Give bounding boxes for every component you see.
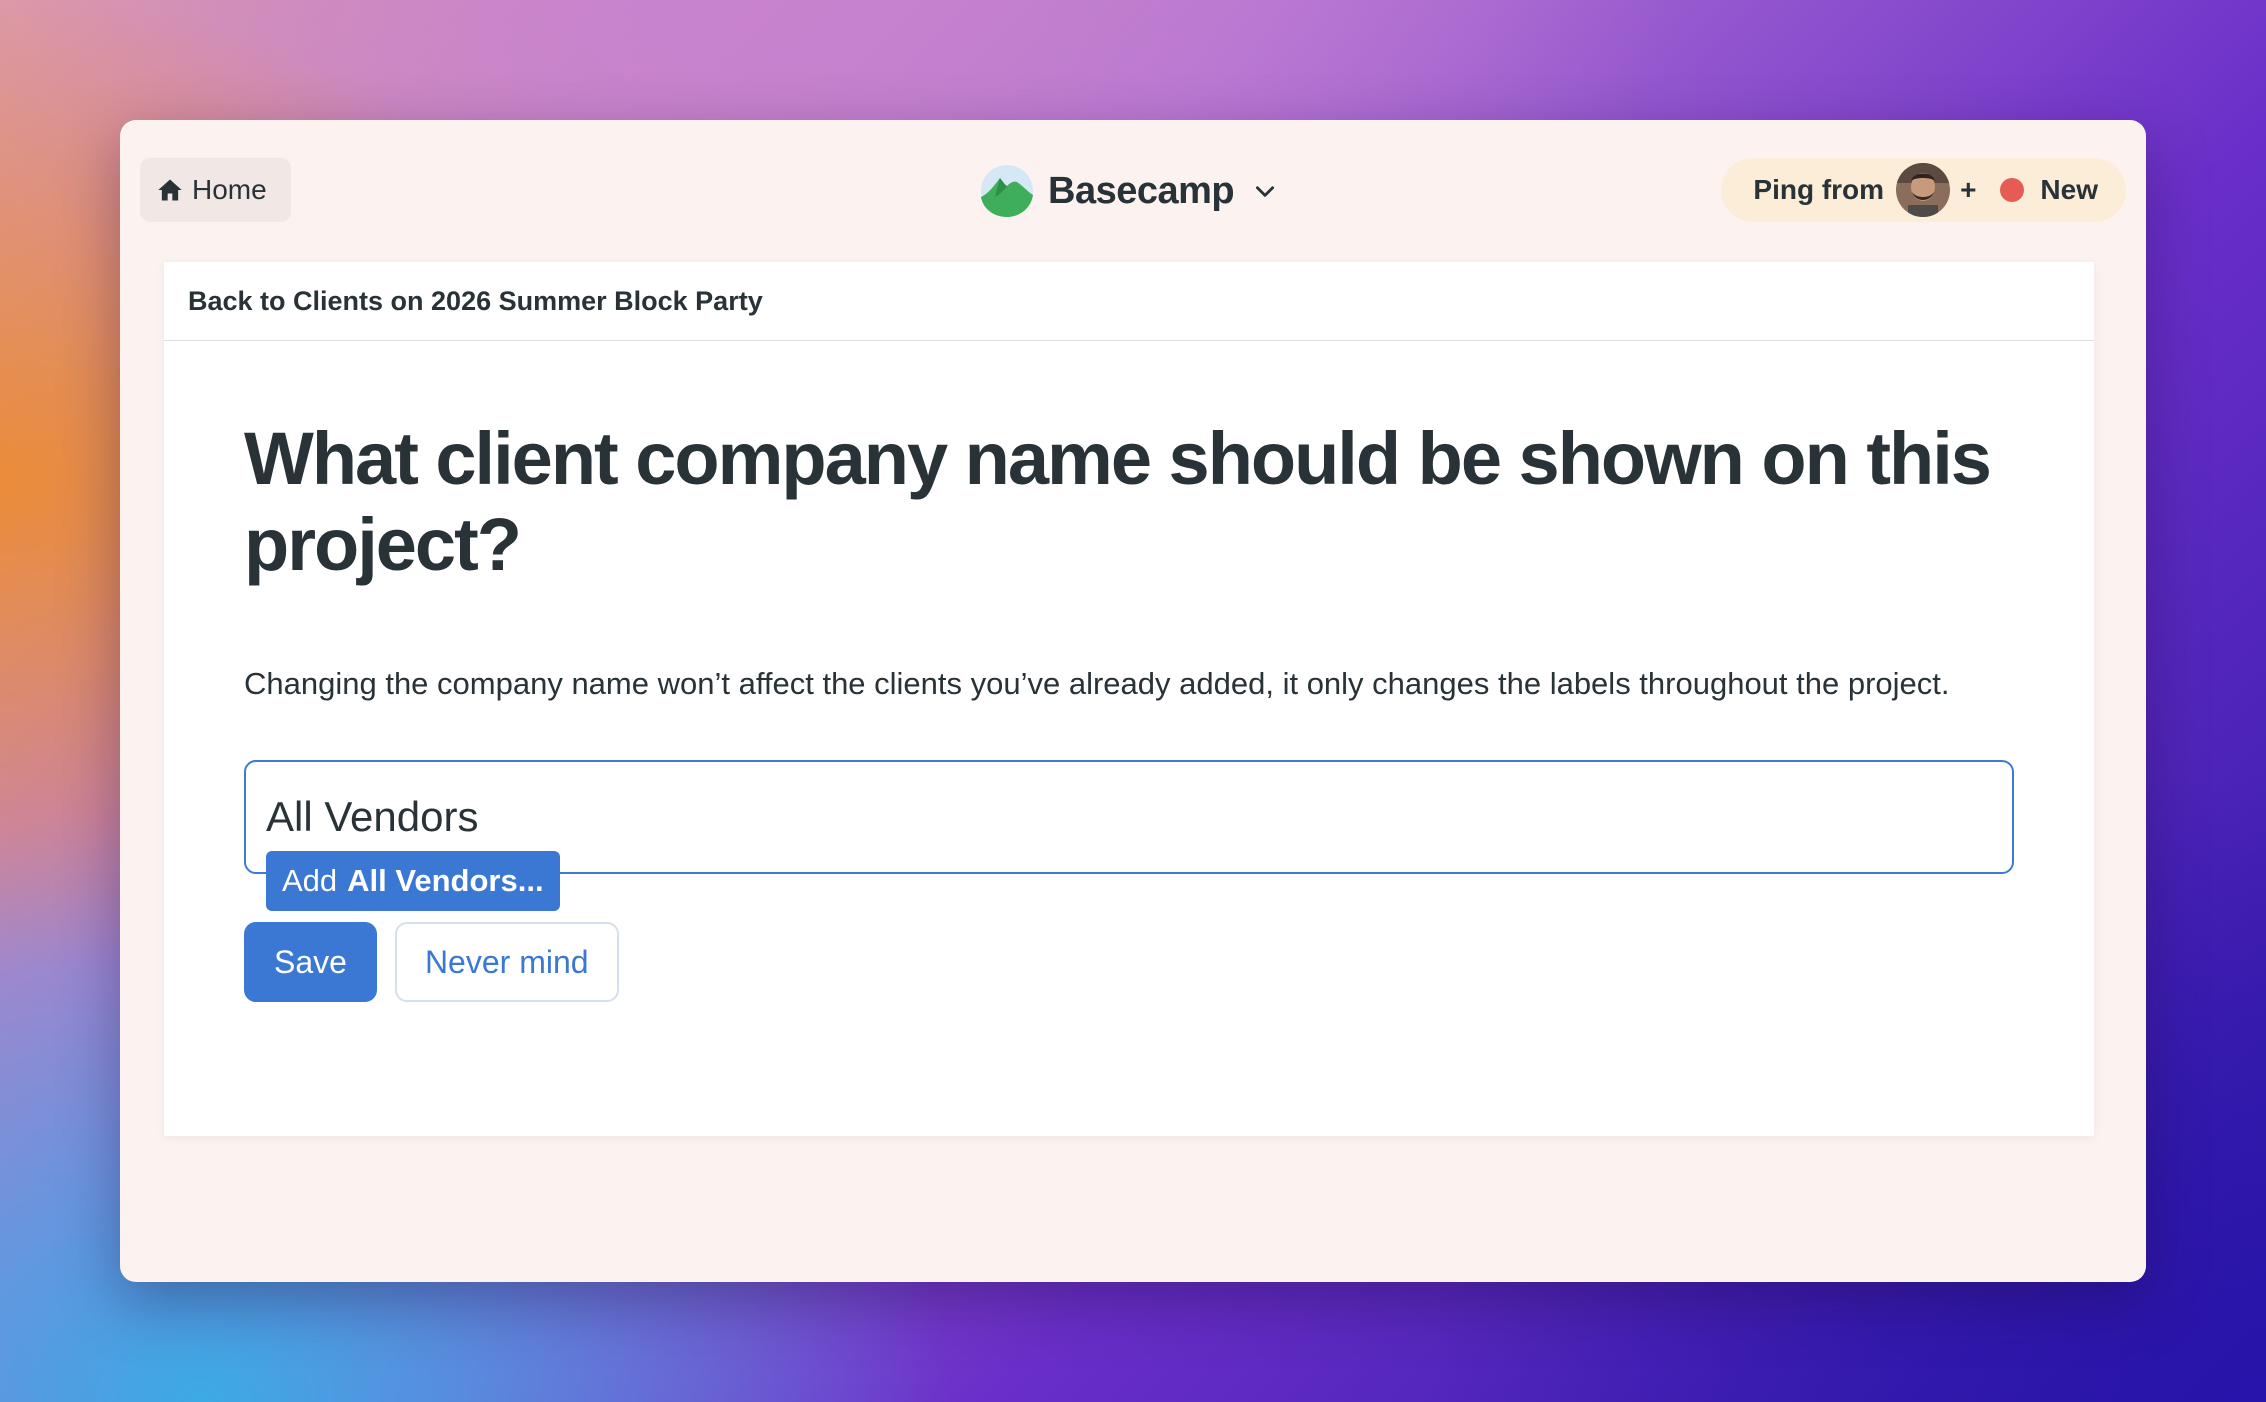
never-mind-button[interactable]: Never mind: [394, 922, 619, 1002]
chevron-down-icon: [1256, 186, 1275, 197]
brand-name: Basecamp: [1048, 169, 1235, 212]
ping-bar: Ping from + New: [1721, 158, 2126, 222]
new-indicator-dot: [2000, 178, 2025, 202]
company-name-field-wrap: Add All Vendors...: [244, 760, 2014, 911]
breadcrumb-link[interactable]: Back to Clients on 2026 Summer Block Par…: [188, 286, 763, 317]
home-label: Home: [192, 174, 267, 205]
save-button[interactable]: Save: [244, 922, 377, 1002]
main-card: Back to Clients on 2026 Summer Block Par…: [164, 262, 2094, 1136]
ping-from-label[interactable]: Ping from: [1753, 174, 1884, 206]
plus-label: +: [1960, 174, 1977, 205]
add-suggestion-option[interactable]: Add All Vendors...: [266, 851, 560, 911]
new-button[interactable]: New: [2040, 174, 2098, 206]
basecamp-logo-icon: [981, 165, 1033, 217]
app-window: Home Basecamp Ping from + New Back to Cl…: [120, 120, 2146, 1282]
avatar[interactable]: [1896, 163, 1951, 217]
description-text: Changing the company name won’t affect t…: [244, 666, 1950, 701]
breadcrumb[interactable]: Back to Clients on 2026 Summer Block Par…: [164, 262, 2094, 341]
home-button[interactable]: Home: [140, 158, 291, 222]
suggestion-prefix: Add: [282, 863, 338, 898]
suggestion-value: All Vendors...: [347, 863, 544, 898]
home-icon: [158, 179, 182, 201]
basecamp-menu-button[interactable]: Basecamp: [980, 160, 1278, 222]
avatar-image: [1896, 163, 1951, 217]
form-content: What client company name should be shown…: [244, 340, 2014, 1002]
form-actions: Save Never mind: [244, 922, 2014, 1002]
page-title: What client company name should be shown…: [244, 417, 1992, 586]
